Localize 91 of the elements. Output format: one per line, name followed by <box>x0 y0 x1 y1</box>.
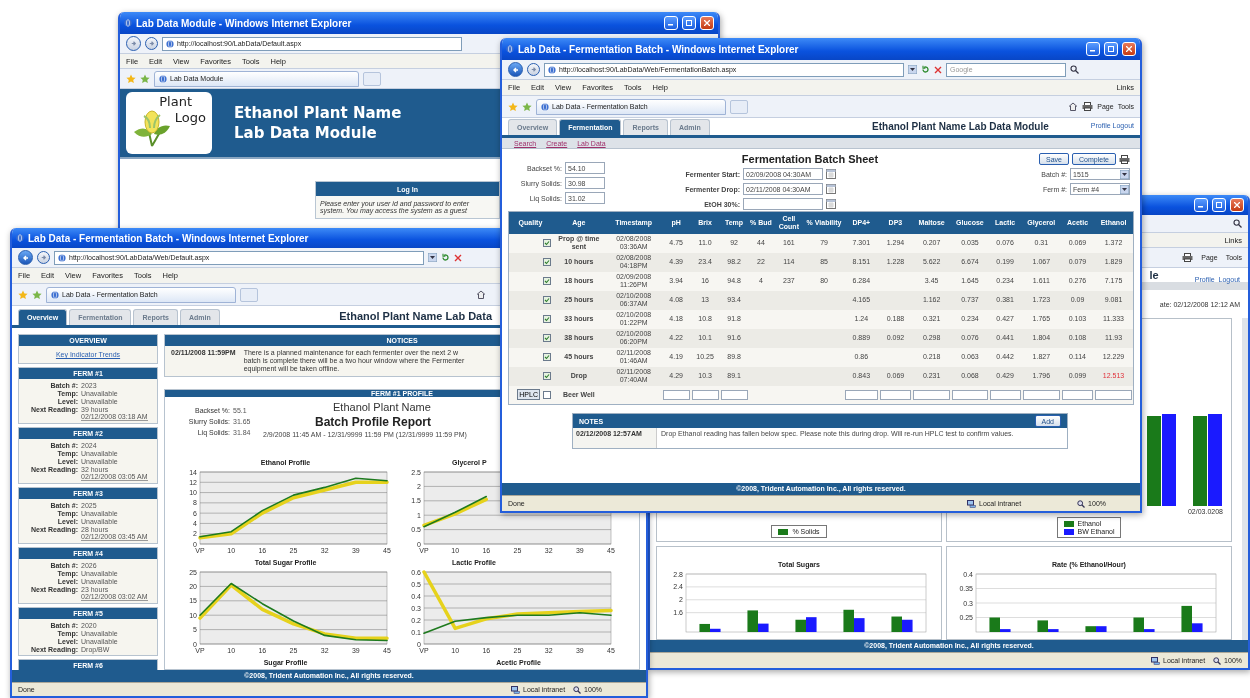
close-button[interactable] <box>1230 198 1244 212</box>
maximize-button[interactable] <box>1212 198 1226 212</box>
app-heading: Ethanol Plant Name Lab Data <box>339 309 492 322</box>
network-icon <box>1151 656 1161 665</box>
minimize-button[interactable] <box>664 16 678 30</box>
forward-arrow-icon <box>530 66 537 73</box>
stop-icon[interactable] <box>454 253 462 262</box>
zoom-icon[interactable] <box>573 685 582 694</box>
input-field[interactable] <box>743 198 823 210</box>
maximize-icon <box>1216 202 1222 208</box>
checkbox[interactable] <box>542 390 551 399</box>
add-favorite-icon[interactable] <box>140 73 150 84</box>
window-title: Lab Data Module - Windows Internet Explorer <box>136 17 352 29</box>
back-arrow-icon <box>21 253 30 262</box>
home-icon[interactable] <box>1068 102 1079 111</box>
input-field[interactable] <box>1061 389 1094 400</box>
forward-arrow-icon <box>130 40 137 47</box>
checkbox[interactable] <box>542 315 551 324</box>
forward-button[interactable] <box>37 251 50 264</box>
minimize-button[interactable] <box>1194 198 1208 212</box>
input-field[interactable] <box>989 389 1021 400</box>
zoom-icon[interactable] <box>1213 656 1222 665</box>
plant-name: Ethanol Plant Name <box>332 401 431 413</box>
home-icon[interactable] <box>476 290 486 299</box>
back-button[interactable] <box>18 250 33 265</box>
close-button[interactable] <box>700 16 714 30</box>
add-favorite-icon[interactable] <box>32 289 42 300</box>
input-field[interactable] <box>691 389 719 400</box>
minimize-button[interactable] <box>1086 42 1100 56</box>
network-icon <box>967 499 977 508</box>
star-icon[interactable] <box>508 101 518 112</box>
window-title: Lab Data - Fermentation Batch - Windows Internet Explorer <box>518 43 799 55</box>
maximize-icon <box>1108 46 1114 52</box>
calendar-icon[interactable] <box>826 184 836 194</box>
close-icon <box>704 20 710 26</box>
forward-arrow-icon <box>148 40 155 47</box>
page-title: Lab Data Module <box>234 124 378 142</box>
search-icon[interactable] <box>1233 219 1242 228</box>
checkbox[interactable] <box>542 258 551 267</box>
dropdown-arrow-icon[interactable] <box>428 253 437 262</box>
input-field[interactable] <box>913 389 951 400</box>
checkbox[interactable] <box>542 334 551 343</box>
refresh-icon[interactable] <box>921 65 930 74</box>
app-heading: Ethanol Plant Name Lab Data Module <box>872 121 1049 132</box>
forward-arrow-icon <box>40 254 47 261</box>
back-button[interactable] <box>126 36 141 51</box>
refresh-icon[interactable] <box>441 253 450 262</box>
star-icon[interactable] <box>126 73 136 84</box>
zoom-icon[interactable] <box>1077 499 1086 508</box>
input-field[interactable] <box>879 389 911 400</box>
network-icon <box>511 685 521 694</box>
back-arrow-icon <box>511 65 520 74</box>
checkbox[interactable] <box>542 277 551 286</box>
checkbox[interactable] <box>542 372 551 381</box>
stop-icon[interactable] <box>934 65 942 74</box>
maximize-button[interactable] <box>682 16 696 30</box>
calendar-icon[interactable] <box>826 199 836 209</box>
close-icon <box>1234 202 1240 208</box>
close-icon <box>1126 46 1132 52</box>
window-title: Lab Data - Fermentation Batch - Windows Internet Explorer <box>28 232 309 244</box>
input-field[interactable] <box>844 389 878 400</box>
input-field[interactable] <box>952 389 988 400</box>
add-favorite-icon[interactable] <box>522 101 532 112</box>
star-icon[interactable] <box>18 289 28 300</box>
input-field[interactable] <box>720 389 748 400</box>
forward-button[interactable] <box>527 63 540 76</box>
close-button[interactable] <box>1122 42 1136 56</box>
page-title: Ethanol Plant Name <box>234 104 402 122</box>
dropdown-arrow-icon[interactable] <box>1120 184 1129 194</box>
back-button[interactable] <box>508 62 523 77</box>
input-field[interactable] <box>1095 389 1132 400</box>
logo-text: Plant <box>159 94 192 110</box>
sheet-title: Fermentation Batch Sheet <box>741 153 879 165</box>
checkbox[interactable] <box>542 353 551 362</box>
checkbox[interactable] <box>542 239 551 248</box>
input-field[interactable] <box>1022 389 1060 400</box>
printer-icon[interactable] <box>1082 102 1094 111</box>
calendar-icon[interactable] <box>826 169 836 179</box>
dropdown-arrow-icon[interactable] <box>908 65 917 74</box>
search-icon[interactable] <box>1070 65 1079 74</box>
printer-icon[interactable] <box>1182 253 1194 262</box>
dropdown-arrow-icon[interactable] <box>1120 169 1129 179</box>
input-field[interactable] <box>662 389 690 400</box>
report-title: Batch Profile Report <box>314 415 431 429</box>
printer-icon[interactable] <box>1119 154 1130 164</box>
maximize-icon <box>686 20 692 26</box>
forward-button[interactable] <box>145 37 158 50</box>
checkbox[interactable] <box>542 296 551 305</box>
app-heading: le <box>1149 269 1159 281</box>
logo-text: Logo <box>174 110 206 126</box>
maximize-button[interactable] <box>1104 42 1118 56</box>
